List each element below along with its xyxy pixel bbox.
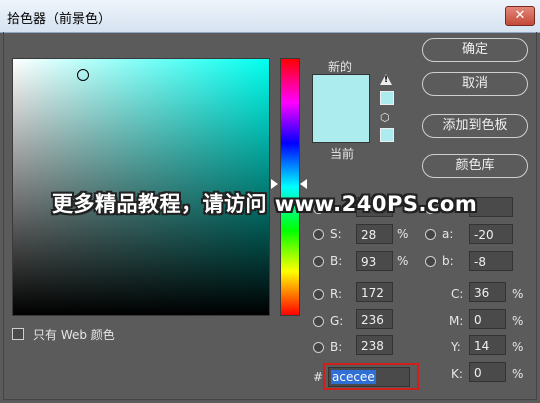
color-picker-cursor[interactable] <box>77 69 89 81</box>
m-input[interactable]: 0 <box>469 309 506 329</box>
window-title: 拾色器（前景色） <box>7 12 112 27</box>
g-label: G: <box>330 314 344 328</box>
title-bar: 拾色器（前景色） ✕ <box>0 0 540 33</box>
s-unit: % <box>397 227 409 241</box>
b-hsb-label: B: <box>330 254 343 268</box>
watermark-text: 更多精品教程，请访问 www.240PS.com <box>52 192 478 216</box>
b-lab-radio[interactable] <box>425 256 436 267</box>
c-label: C: <box>451 287 464 301</box>
g-radio[interactable] <box>313 316 324 327</box>
warning-triangle-icon[interactable] <box>380 74 392 85</box>
b-lab-input[interactable]: -8 <box>469 251 513 271</box>
only-web-colors-checkbox[interactable] <box>12 328 24 340</box>
k-input[interactable]: 0 <box>469 362 506 382</box>
y-unit: % <box>512 340 524 354</box>
c-unit: % <box>512 287 524 301</box>
cancel-button[interactable]: 取消 <box>422 72 528 96</box>
c-input[interactable]: 36 <box>469 282 506 302</box>
b-hsb-radio[interactable] <box>313 256 324 267</box>
y-label: Y: <box>451 340 461 354</box>
r-input[interactable]: 172 <box>356 282 393 302</box>
b-lab-label: b: <box>442 254 454 268</box>
s-label: S: <box>330 227 342 241</box>
gamut-warning-swatch[interactable] <box>380 91 394 105</box>
b-rgb-radio[interactable] <box>313 342 324 353</box>
g-input[interactable]: 236 <box>356 309 393 329</box>
r-label: R: <box>330 287 343 301</box>
ok-button[interactable]: 确定 <box>422 38 528 62</box>
s-input[interactable]: 28 <box>356 224 393 244</box>
only-web-colors-label: 只有 Web 颜色 <box>33 328 115 342</box>
s-radio[interactable] <box>313 229 324 240</box>
r-radio[interactable] <box>313 289 324 300</box>
saturation-brightness-field[interactable] <box>12 58 270 316</box>
new-color-swatch <box>312 74 370 114</box>
web-safe-swatch[interactable] <box>380 128 394 142</box>
color-libraries-button[interactable]: 颜色库 <box>422 154 528 178</box>
a-label: a: <box>442 227 454 241</box>
hex-value: acecee <box>331 370 376 384</box>
y-input[interactable]: 14 <box>469 335 506 355</box>
hex-input[interactable]: acecee <box>328 367 410 387</box>
m-unit: % <box>512 314 524 328</box>
a-radio[interactable] <box>425 229 436 240</box>
b-hsb-input[interactable]: 93 <box>356 251 393 271</box>
hex-hash-label: # <box>313 370 324 384</box>
new-color-label: 新的 <box>328 60 353 74</box>
hue-slider[interactable] <box>280 58 300 316</box>
b-rgb-input[interactable]: 238 <box>356 335 393 355</box>
close-button[interactable]: ✕ <box>505 6 535 26</box>
cube-icon[interactable]: ⬡ <box>380 112 391 123</box>
add-to-swatches-button[interactable]: 添加到色板 <box>422 114 528 138</box>
current-color-label: 当前 <box>330 147 355 161</box>
m-label: M: <box>449 314 464 328</box>
k-label: K: <box>451 367 463 381</box>
k-unit: % <box>512 367 524 381</box>
current-color-swatch[interactable] <box>312 112 370 143</box>
b-hsb-unit: % <box>397 254 409 268</box>
b-rgb-label: B: <box>330 340 343 354</box>
a-input[interactable]: -20 <box>469 224 513 244</box>
